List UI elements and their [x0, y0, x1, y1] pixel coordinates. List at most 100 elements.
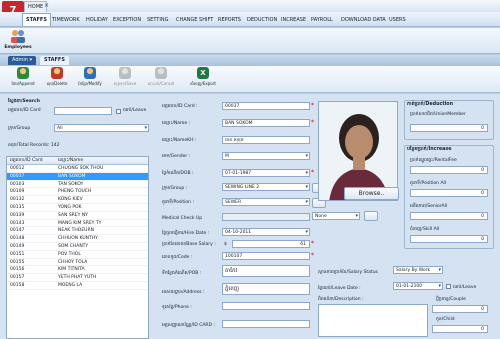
code-input[interactable]: 100107	[222, 252, 310, 260]
table-row[interactable]: 00103 TAN SOKOY	[7, 181, 148, 189]
table-header: អត្តលេខ/ID Card ឈ្មោះ/Name	[7, 157, 148, 165]
menu-staffs[interactable]: STAFFS	[22, 13, 51, 26]
delete-button[interactable]: លុប/Delete	[42, 67, 72, 87]
code-label: លេខកូដ/Code :	[162, 255, 193, 260]
menu-exception[interactable]: EXCEPTION	[113, 15, 141, 25]
staff-table[interactable]: អត្តលេខ/ID Card ឈ្មោះ/Name 00012 CHUONG S…	[6, 156, 149, 339]
append-button[interactable]: ថែម/Append	[8, 67, 38, 87]
pob-input[interactable]: តាកែវ	[222, 265, 310, 277]
table-row[interactable]: 00149 SOM CHANTY	[7, 243, 148, 251]
menu-payroll[interactable]: PAYROLL	[311, 15, 333, 25]
leave-date-picker[interactable]: 01-01-2100	[393, 282, 443, 290]
medical-select[interactable]: None	[312, 212, 360, 220]
table-row[interactable]: 00143 MANG KIM SREY TY	[7, 220, 148, 228]
couple-input[interactable]: 0	[432, 305, 488, 313]
pob-label: ទីកន្លែងកំណើត/POB :	[162, 271, 202, 276]
rental-fee-input[interactable]: 0	[410, 166, 488, 174]
base-salary-input[interactable]: 61	[232, 240, 310, 248]
required-marker: *	[311, 119, 314, 126]
cell-name: CHUONG SOK THOU	[58, 166, 104, 171]
medical-input[interactable]	[222, 213, 310, 221]
table-row[interactable]: 00147 NEAK THOEURN	[7, 227, 148, 236]
union-member-input[interactable]: 0	[410, 124, 488, 132]
id-card-input[interactable]: 00037	[222, 102, 310, 110]
search-title: ស្វែងរក/Search	[8, 99, 40, 104]
table-row[interactable]: 00157 YETH PHAT YUTH	[7, 274, 148, 282]
cell-id: 00157	[10, 275, 25, 281]
cell-id: 00135	[10, 204, 25, 210]
menu-setting[interactable]: SETTING	[147, 15, 168, 25]
name-kh-label: ឈ្មោះ/NameKH :	[162, 138, 197, 143]
table-row[interactable]: 00135 YONG POK	[7, 204, 148, 212]
menu-change-shift[interactable]: CHANGE SHIFT	[176, 15, 213, 25]
column-header-id[interactable]: អត្តលេខ/ID Card	[7, 157, 55, 164]
delete-user-icon	[51, 67, 63, 79]
table-row[interactable]: 00037 BAN SOKOM	[7, 172, 148, 181]
save-button[interactable]: រក្សាទុក/Save	[110, 67, 140, 87]
phone-input[interactable]	[222, 302, 310, 310]
child-label: កូន/Child	[436, 317, 455, 322]
modify-button[interactable]: កែប្រែ/Modify	[75, 67, 105, 87]
search-id-input[interactable]	[54, 107, 112, 115]
table-row[interactable]: 00148 CHHUON KUNTHY	[7, 235, 148, 243]
cell-id: 00132	[10, 197, 25, 203]
medical-add-button[interactable]	[364, 211, 378, 221]
position-all-input[interactable]: 0	[410, 189, 488, 197]
rental-fee-label: ប្រាក់ឈ្នួលផ្ទះ/RentalFee	[410, 158, 457, 163]
description-textarea[interactable]	[318, 304, 428, 337]
senior-all-input[interactable]: 0	[410, 212, 488, 220]
id-card2-label: អត្តសញ្ញាណប័ណ្ណ/ID CARD :	[162, 323, 215, 328]
cancel-button[interactable]: បោះបង់/Cancel	[146, 67, 176, 87]
menu-users[interactable]: USERS	[389, 15, 406, 25]
browse-button[interactable]: Browse..	[344, 187, 399, 200]
group-label: ក្រុម/Group :	[162, 186, 188, 191]
employees-ribbon-button[interactable]: Employees	[3, 29, 33, 53]
search-leave-checkbox[interactable]	[116, 109, 121, 114]
tab-admin[interactable]: Admin ▾	[8, 56, 37, 65]
menu-holiday[interactable]: HOLIDAY	[86, 15, 108, 25]
cancel-label: បោះបង់/Cancel	[147, 81, 175, 86]
table-row[interactable]: 00012 CHUONG SOK THOU	[7, 165, 148, 173]
menu-reports[interactable]: REPORTS	[218, 15, 241, 25]
dob-picker[interactable]: 07-01-1987	[222, 169, 310, 177]
name-kh-input[interactable]: បាន សុខុម	[222, 136, 310, 144]
cell-name: KONG KIEV	[58, 197, 83, 203]
name-input[interactable]: BAN SOKOM	[222, 119, 310, 127]
group-select[interactable]: SEWING LINE 2	[222, 183, 310, 191]
gender-label: ភេទ/Gender :	[162, 154, 191, 159]
table-row[interactable]: 00158 MOENG LA	[7, 282, 148, 290]
excel-icon: X	[197, 67, 209, 79]
position-select[interactable]: SEWER	[222, 198, 310, 206]
table-row[interactable]: 00155 CHHOY TOLA	[7, 259, 148, 267]
menu-timework[interactable]: TIMEWORK	[52, 15, 80, 25]
export-button[interactable]: X នាំចេញ/Export	[188, 67, 218, 87]
save-user-icon	[119, 67, 131, 79]
description-label: ពិពណ៌នា/Description :	[318, 297, 364, 302]
column-header-name[interactable]: ឈ្មោះ/Name	[55, 157, 148, 164]
salary-status-select[interactable]: Salary By Work	[393, 266, 443, 274]
cell-id: 00037	[10, 173, 25, 179]
cell-id: 00143	[10, 220, 25, 226]
id-card2-input[interactable]	[222, 320, 310, 328]
address-input[interactable]: ភ្នំពេញ	[222, 283, 310, 295]
hire-date-picker[interactable]: 04-10-2011	[222, 228, 310, 236]
menu-increase[interactable]: INCREASE	[281, 15, 306, 25]
child-input[interactable]: 0	[432, 325, 488, 333]
cell-name: MOENG LA	[58, 282, 83, 288]
table-row[interactable]: 00139 SAN SREY NY	[7, 212, 148, 220]
table-row[interactable]: 00151 POV THOL	[7, 251, 148, 259]
table-row[interactable]: 00109 PHENG TOUCH	[7, 188, 148, 197]
tab-staffs[interactable]: STAFFS	[40, 56, 69, 65]
menu-deduction[interactable]: DEDUCTION	[247, 15, 277, 25]
table-row[interactable]: 00132 KONG KIEV	[7, 196, 148, 204]
skill-all-input[interactable]: 0	[410, 235, 488, 243]
table-row[interactable]: 00156 KIM TITNITA	[7, 266, 148, 275]
search-group-select[interactable]: All	[54, 124, 149, 132]
medical-label: Medical Check Up	[162, 216, 203, 221]
gender-select[interactable]: M	[222, 152, 310, 160]
cell-name: SOM CHANTY	[58, 243, 89, 249]
leave-checkbox[interactable]	[446, 284, 451, 289]
edit-user-icon	[84, 67, 96, 79]
menu-download-data[interactable]: DOWNLOAD DATA	[341, 15, 386, 25]
close-tab-icon[interactable]: ×	[44, 2, 49, 9]
